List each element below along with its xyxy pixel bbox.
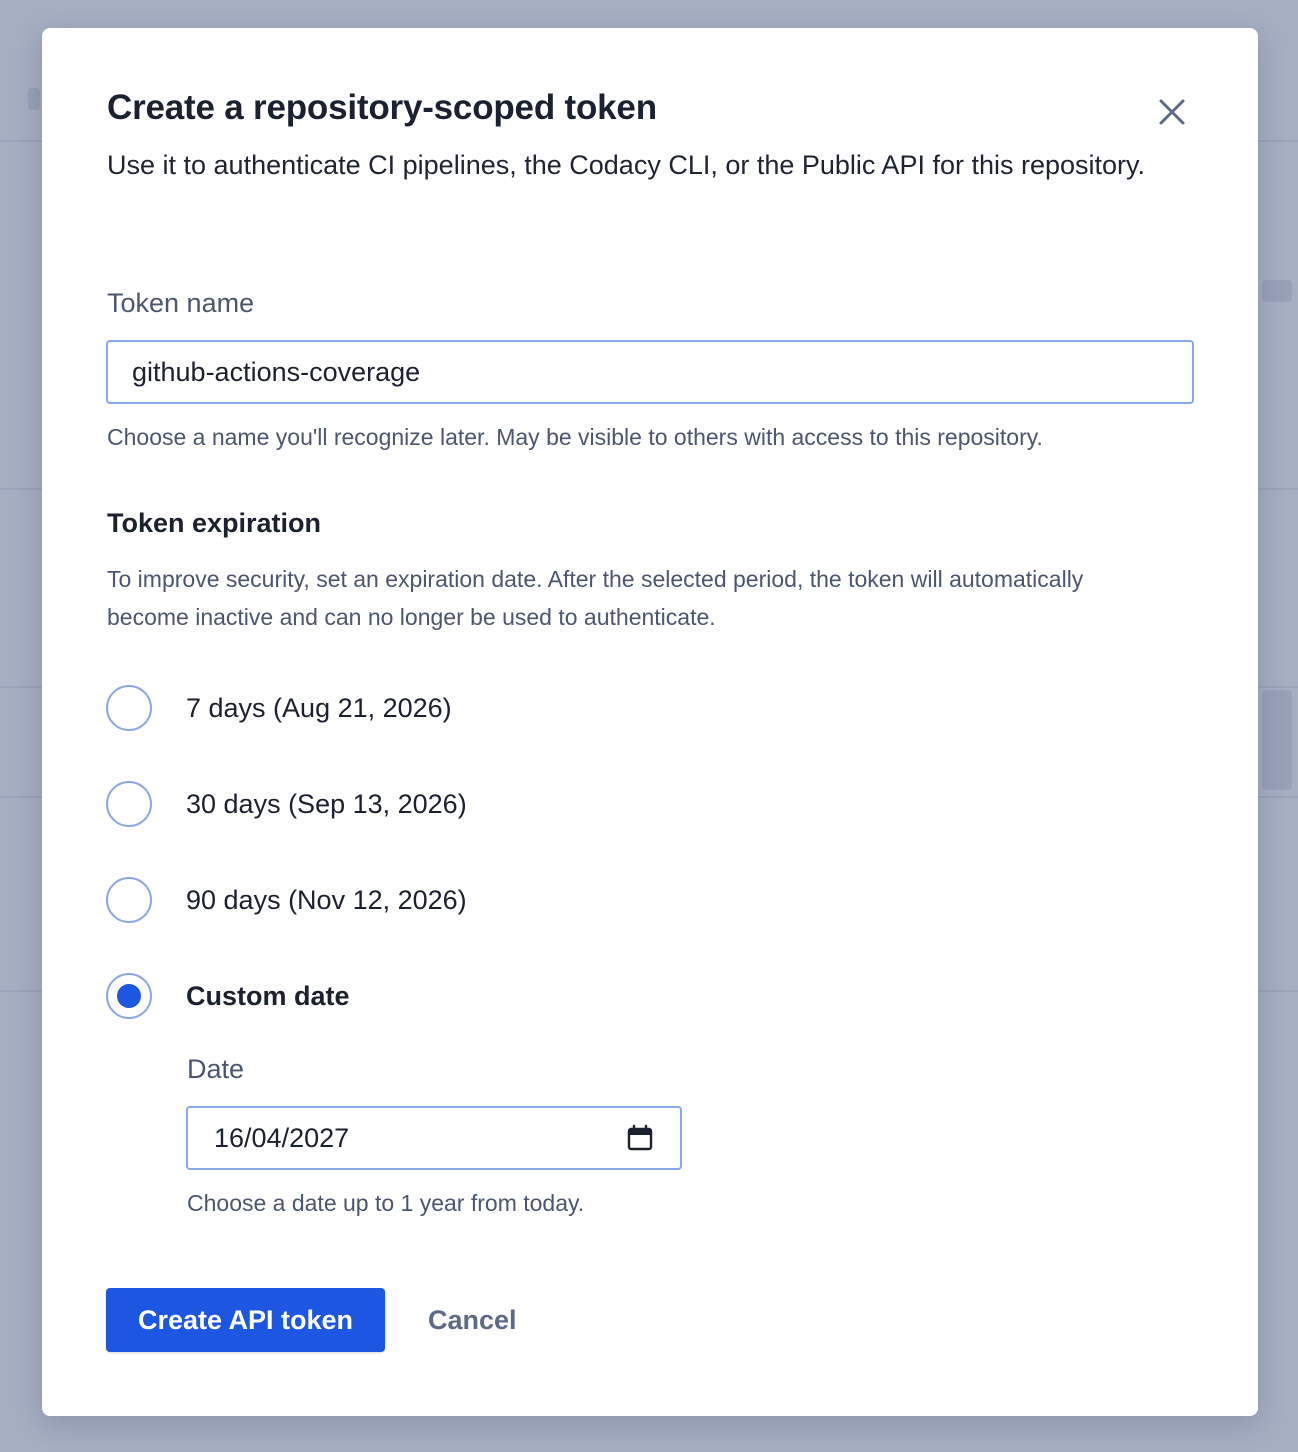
radio-option-90-days[interactable]: 90 days (Nov 12, 2026) [106, 875, 467, 925]
radio-button[interactable] [106, 877, 152, 923]
expiration-title: Token expiration [107, 508, 322, 538]
dialog-subtitle: Use it to authenticate CI pipelines, the… [107, 150, 1146, 180]
date-help: Choose a date up to 1 year from today. [187, 1190, 585, 1216]
date-label: Date [187, 1054, 245, 1084]
radio-selected-dot [117, 984, 141, 1008]
create-api-token-button[interactable]: Create API token [106, 1288, 385, 1352]
expiration-description: To improve security, set an expiration d… [107, 566, 1084, 630]
radio-option-7-days[interactable]: 7 days (Aug 21, 2026) [106, 683, 452, 733]
calendar-icon[interactable] [626, 1124, 654, 1152]
create-token-dialog: Create a repository-scoped token Use it … [42, 28, 1258, 1416]
token-name-input[interactable] [106, 340, 1194, 404]
radio-option-30-days[interactable]: 30 days (Sep 13, 2026) [106, 779, 467, 829]
token-name-help: Choose a name you'll recognize later. Ma… [107, 424, 1043, 450]
cancel-button[interactable]: Cancel [412, 1288, 533, 1352]
radio-label: Custom date [186, 980, 350, 1011]
background-element [1262, 280, 1292, 302]
radio-label: 30 days (Sep 13, 2026) [186, 788, 467, 819]
radio-label: 7 days (Aug 21, 2026) [186, 692, 452, 723]
dialog-title: Create a repository-scoped token [107, 88, 657, 127]
date-value: 16/04/2027 [214, 1122, 350, 1153]
background-element [28, 88, 40, 110]
radio-button[interactable] [106, 685, 152, 731]
close-button[interactable] [1154, 94, 1190, 130]
radio-label: 90 days (Nov 12, 2026) [186, 884, 467, 915]
token-name-label: Token name [107, 288, 255, 318]
date-input[interactable]: 16/04/2027 [186, 1106, 682, 1170]
radio-button[interactable] [106, 781, 152, 827]
close-icon [1159, 99, 1185, 125]
radio-option-custom-date[interactable]: Custom date [106, 971, 350, 1021]
radio-button-selected[interactable] [106, 973, 152, 1019]
background-element [1262, 690, 1292, 790]
